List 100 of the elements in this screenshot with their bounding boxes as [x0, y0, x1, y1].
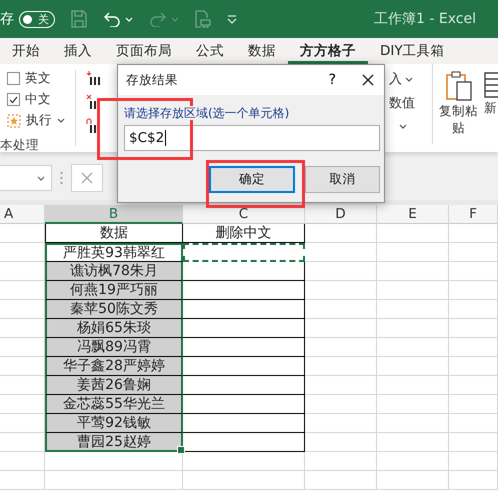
autosave-label: 存	[0, 10, 14, 28]
table-cell: 曹园25赵婷	[45, 433, 183, 452]
column-header[interactable]: B	[45, 205, 183, 224]
table-cell	[377, 414, 449, 433]
ribbon-tab[interactable]: 公式	[184, 38, 236, 64]
run-button[interactable]: 执行	[7, 112, 76, 129]
table-cell	[377, 300, 449, 319]
table-cell	[377, 281, 449, 300]
table-cell	[377, 471, 449, 490]
table-cell	[449, 338, 498, 357]
fill-handle[interactable]	[177, 446, 185, 454]
checkbox-label: 英文	[25, 70, 51, 87]
redo-dropdown-icon	[171, 16, 179, 22]
table-cell: 姜茜26鲁娴	[45, 376, 183, 395]
dialog-button[interactable]: 取消	[305, 166, 380, 193]
ribbon-tab[interactable]: 页面布局	[104, 38, 184, 64]
table-cell	[377, 395, 449, 414]
table-cell	[305, 262, 377, 281]
close-icon	[81, 172, 93, 184]
table-cell	[305, 319, 377, 338]
table-cell	[449, 243, 498, 262]
dialog-button[interactable]: 确定	[209, 166, 295, 193]
window-title: 工作簿1 - Excel	[374, 10, 476, 28]
table-cell	[377, 224, 449, 243]
dropdown-icon	[399, 124, 408, 129]
ribbon-tab[interactable]: 插入	[52, 38, 104, 64]
table-cell	[449, 281, 498, 300]
table-cell	[377, 357, 449, 376]
paste-button[interactable]: 复制粘贴	[438, 70, 479, 136]
prompt-label: 请选择存放区域(选一个单元格)	[124, 106, 290, 120]
help-button[interactable]: ?	[322, 71, 342, 89]
insert-column-icon[interactable]	[86, 70, 100, 86]
table-cell	[305, 471, 377, 490]
table-cell	[377, 376, 449, 395]
table-cell	[0, 224, 45, 243]
table-cell	[449, 319, 498, 338]
dropdown-icon	[37, 176, 45, 180]
column-header[interactable]: D	[305, 205, 377, 224]
table-cell: 谯访枫78朱月	[45, 262, 183, 281]
table-cell	[449, 300, 498, 319]
number-button[interactable]: 数值	[389, 94, 432, 112]
ribbon-tab[interactable]: 开始	[0, 38, 52, 64]
star-icon	[7, 114, 21, 128]
input-field[interactable]: $C$2	[124, 125, 380, 151]
table-cell	[377, 433, 449, 452]
table-cell	[305, 300, 377, 319]
ribbon-tab[interactable]: 数据	[236, 38, 288, 64]
table-cell	[377, 319, 449, 338]
table-cell	[305, 414, 377, 433]
customize-toolbar-icon[interactable]	[227, 14, 237, 24]
redo-icon	[149, 11, 167, 27]
table-cell	[449, 433, 498, 452]
table-cell	[449, 262, 498, 281]
dialog-title: 存放结果	[126, 72, 178, 88]
table-cell	[449, 452, 498, 471]
table-cell	[377, 452, 449, 471]
dropdown-icon	[57, 118, 65, 123]
checkbox[interactable]	[7, 72, 20, 85]
table-cell	[449, 357, 498, 376]
ribbon-tab[interactable]: DIY工具箱	[368, 38, 457, 64]
insert-button[interactable]: 入	[389, 70, 432, 88]
checkbox-label: 中文	[25, 91, 51, 108]
column-header[interactable]: F	[449, 205, 498, 224]
column-header[interactable]: A	[0, 205, 45, 224]
table-cell: 金芯蕊55华光兰	[45, 395, 183, 414]
table-icon[interactable]	[484, 70, 498, 100]
table-cell	[305, 433, 377, 452]
separator-dots-icon	[60, 171, 63, 185]
table-cell	[377, 262, 449, 281]
table-cell	[305, 224, 377, 243]
group-label: 本处理	[0, 137, 40, 154]
table-cell: 杨娟65朱琰	[45, 319, 183, 338]
table-cell	[377, 338, 449, 357]
close-icon[interactable]	[362, 74, 374, 86]
undo-icon[interactable]	[103, 11, 121, 27]
table-cell: 平莺92钱敏	[45, 414, 183, 433]
table-cell	[305, 243, 377, 262]
new-button-label: 新	[484, 100, 497, 117]
table-cell	[305, 281, 377, 300]
table-cell	[305, 357, 377, 376]
table-cell	[449, 414, 498, 433]
table-cell	[377, 243, 449, 262]
undo-dropdown-icon	[125, 16, 133, 22]
table-cell	[305, 452, 377, 471]
table-cell: 华子鑫28严婷婷	[45, 357, 183, 376]
table-cell: 冯飘89冯霄	[45, 338, 183, 357]
table-cell: 何燕19严巧丽	[45, 281, 183, 300]
table-cell	[0, 471, 45, 490]
table-cell	[449, 471, 498, 490]
column-header[interactable]: E	[377, 205, 449, 224]
autosave-toggle[interactable]: 关	[19, 10, 55, 28]
table-cell	[305, 395, 377, 414]
checkbox[interactable]	[7, 93, 20, 106]
dropdown-icon	[405, 76, 414, 82]
table-cell	[449, 395, 498, 414]
table-cell	[449, 224, 498, 243]
table-cell	[0, 452, 45, 471]
table-cell	[449, 376, 498, 395]
table-cell: 删除中文	[183, 224, 305, 243]
clipboard-icon	[444, 70, 474, 102]
